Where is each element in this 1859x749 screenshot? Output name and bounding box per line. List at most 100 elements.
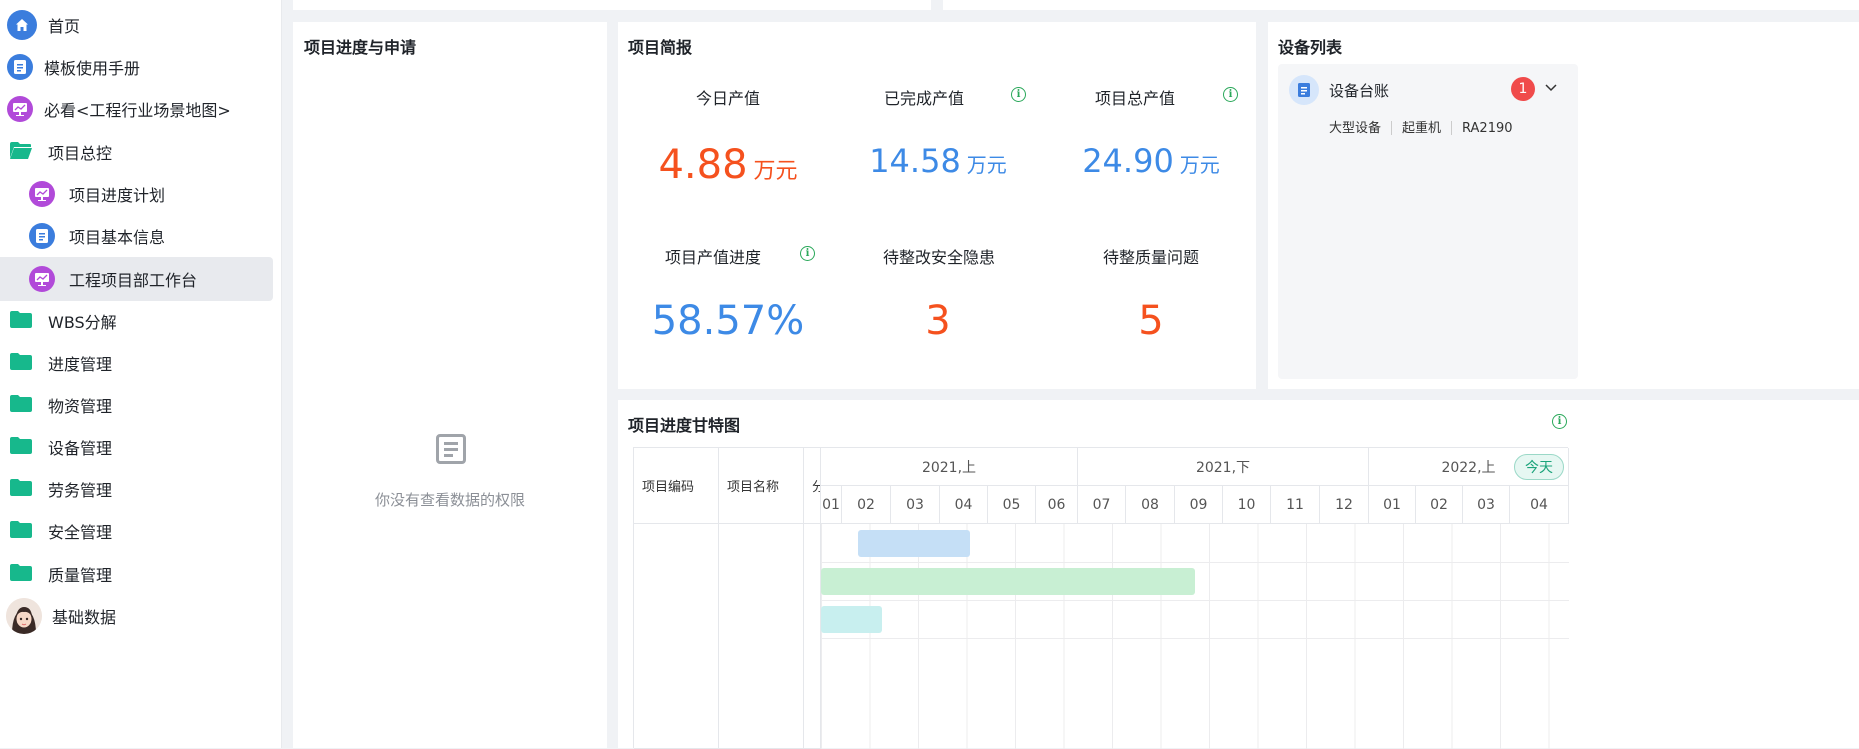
sidebar-item-quality[interactable]: 质量管理 [0, 552, 282, 596]
folder-icon [10, 563, 32, 585]
stat-label-today-output: 今日产值 [695, 89, 760, 108]
sidebar-item-home[interactable]: 首页 [0, 3, 282, 47]
month-header: 07 [1078, 486, 1126, 524]
month-header: 02 [842, 486, 891, 524]
month-header: 02 [1416, 486, 1463, 524]
device-ledger-title: 设备台账 [1329, 82, 1390, 100]
half-year-header: 2021,上 [821, 448, 1078, 486]
panel-title: 项目进度与申请 [304, 38, 417, 57]
sidebar-item-workbench[interactable]: 工程项目部工作台 [0, 257, 273, 301]
sidebar-item-labor[interactable]: 劳务管理 [0, 467, 282, 511]
sidebar-item-materials[interactable]: 物资管理 [0, 383, 282, 427]
sidebar-item-label: 必看<工程行业场景地图> [44, 101, 231, 120]
info-icon[interactable]: i [1011, 87, 1026, 102]
info-icon[interactable]: i [1223, 87, 1238, 102]
sidebar-item-schedule[interactable]: 进度管理 [0, 341, 282, 385]
month-header: 08 [1126, 486, 1175, 524]
sidebar-item-label: 物资管理 [48, 397, 113, 416]
info-icon[interactable]: i [800, 246, 815, 261]
sidebar-item-label: 质量管理 [48, 566, 113, 585]
sidebar-item-safety[interactable]: 安全管理 [0, 509, 282, 553]
body-column-partial [804, 524, 821, 749]
no-permission-text: 你没有查看数据的权限 [374, 491, 525, 509]
sidebar-item-label: 进度管理 [48, 355, 113, 374]
body-column-code [634, 524, 719, 749]
avatar[interactable] [6, 598, 42, 634]
project-summary-panel: 项目简报 今日产值 4.88 万元 已完成产值 i 14.58 万元 项目总产值 i… [618, 22, 1256, 389]
folder-icon [10, 394, 32, 416]
sidebar-item-base-data[interactable]: 基础数据 [0, 594, 282, 638]
device-list-panel: 设备列表 设备台账 1 大型设备 起重机 RA2190 [1268, 22, 1859, 389]
sidebar-item-progress-plan[interactable]: 项目进度计划 [0, 172, 273, 216]
month-header: 09 [1175, 486, 1223, 524]
stat-value-total-output: 24.90 万元 [1082, 142, 1220, 180]
stat-value-completed-output: 14.58 万元 [869, 142, 1007, 180]
column-header-partial: 分 [804, 448, 821, 524]
gantt-bar[interactable] [821, 606, 882, 633]
row-divider [821, 562, 1569, 563]
device-tag: 起重机 [1402, 121, 1442, 136]
presentation-icon [7, 96, 33, 122]
month-header: 10 [1223, 486, 1271, 524]
month-header: 05 [988, 486, 1036, 524]
presentation-icon [29, 181, 55, 207]
folder-open-icon [10, 141, 32, 163]
document-icon [7, 54, 33, 80]
document-icon [1289, 75, 1319, 105]
half-year-header: 2021,下 [1078, 448, 1369, 486]
info-icon[interactable]: i [1552, 414, 1567, 429]
sidebar-item-equipment[interactable]: 设备管理 [0, 425, 282, 469]
timeline-grid [821, 524, 1569, 749]
folder-icon [10, 436, 32, 458]
folder-icon [10, 352, 32, 374]
folder-icon [10, 310, 32, 332]
panel-title: 项目简报 [628, 38, 693, 57]
today-button[interactable]: 今天 [1514, 454, 1564, 480]
sidebar-item-label: 项目进度计划 [69, 186, 166, 205]
folder-icon [10, 478, 32, 500]
column-header-name: 项目名称 [719, 448, 804, 524]
stat-value-today-output: 4.88 万元 [658, 142, 798, 188]
top-panel-right [943, 0, 1859, 10]
gantt-bar[interactable] [858, 530, 970, 557]
sidebar-item-label: 工程项目部工作台 [69, 271, 198, 290]
device-tag: RA2190 [1462, 121, 1513, 136]
stat-label-quality-issues: 待整质量问题 [1102, 248, 1199, 267]
top-panel-left [293, 0, 931, 10]
month-header: 04 [1510, 486, 1569, 524]
sidebar-item-project-info[interactable]: 项目基本信息 [0, 214, 273, 258]
month-header: 01 [1369, 486, 1416, 524]
sidebar-item-scenario-map[interactable]: 必看<工程行业场景地图> [0, 87, 282, 131]
sidebar-item-label: WBS分解 [48, 313, 117, 332]
sidebar-item-label: 首页 [48, 17, 81, 36]
device-tag: 大型设备 [1329, 121, 1382, 136]
stat-value-output-progress: 58.57% [651, 298, 805, 344]
stat-label-completed-output: 已完成产值 [883, 89, 964, 108]
progress-application-panel: 项目进度与申请 你没有查看数据的权限 [293, 22, 607, 748]
sidebar-item-label: 模板使用手册 [44, 59, 141, 78]
empty-document-icon [436, 434, 466, 464]
sidebar-item-template-manual[interactable]: 模板使用手册 [0, 45, 282, 89]
sidebar-item-project-control[interactable]: 项目总控 [0, 130, 282, 174]
sidebar-item-label: 基础数据 [52, 608, 117, 627]
body-column-name [719, 524, 804, 749]
month-header: 06 [1036, 486, 1078, 524]
gantt-bar[interactable] [821, 568, 1195, 595]
sidebar-item-label: 项目总控 [48, 144, 113, 163]
month-header: 12 [1320, 486, 1369, 524]
device-ledger-card[interactable]: 设备台账 1 大型设备 起重机 RA2190 [1278, 64, 1578, 379]
sidebar-item-label: 项目基本信息 [69, 228, 166, 247]
presentation-icon [29, 266, 55, 292]
row-divider [821, 638, 1569, 639]
gantt-panel: 项目进度甘特图 i 项目编码 项目名称 分 2021,上 2021,下 2022… [618, 400, 1859, 749]
month-header: 04 [940, 486, 988, 524]
sidebar-item-wbs[interactable]: WBS分解 [0, 299, 282, 343]
gantt-table: 项目编码 项目名称 分 2021,上 2021,下 2022,上 01 02 0… [633, 447, 1569, 749]
panel-title: 设备列表 [1278, 38, 1343, 57]
stat-label-total-output: 项目总产值 [1094, 89, 1175, 108]
panel-title: 项目进度甘特图 [628, 416, 741, 435]
row-divider [821, 600, 1569, 601]
chevron-down-icon[interactable] [1544, 79, 1558, 98]
device-tags: 大型设备 起重机 RA2190 [1329, 117, 1513, 136]
month-header: 03 [1463, 486, 1510, 524]
